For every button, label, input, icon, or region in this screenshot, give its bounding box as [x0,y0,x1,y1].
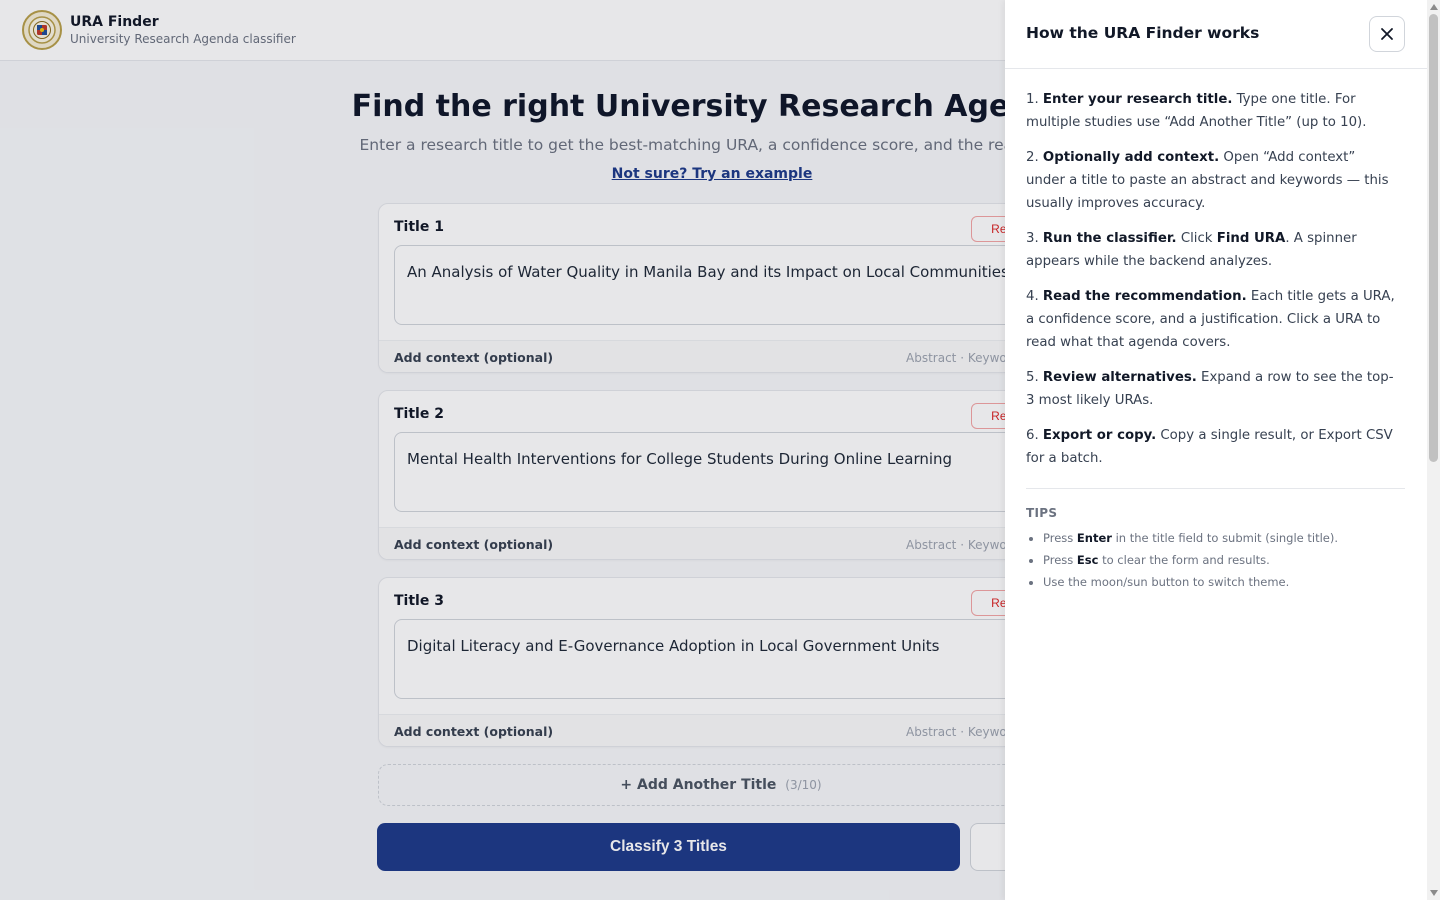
scroll-up-arrow-icon[interactable] [1430,4,1438,10]
step-inline-bold: Find URA [1216,231,1286,246]
tip-key: Enter [1076,531,1112,545]
step-5: 5. Review alternatives. Expand a row to … [1026,366,1396,412]
close-drawer-button[interactable] [1369,16,1405,52]
step-heading: Read the recommendation. [1042,289,1247,304]
help-drawer: How the URA Finder works 1. Enter your r… [1005,0,1427,900]
step-number: 6. [1026,428,1039,443]
step-text: Click [1176,231,1217,246]
tip-item: Press Enter in the title field to submit… [1043,527,1403,549]
step-6: 6. Export or copy. Copy a single result,… [1026,424,1396,470]
tip-item: Use the moon/sun button to switch theme. [1043,571,1403,593]
step-number: 1. [1026,92,1039,107]
divider [1026,488,1405,489]
step-heading: Enter your research title. [1042,92,1233,107]
drawer-header: How the URA Finder works [1005,0,1427,69]
step-4: 4. Read the recommendation. Each title g… [1026,285,1396,354]
tips-list: Press Enter in the title field to submit… [1043,527,1403,593]
step-heading: Optionally add context. [1042,150,1220,165]
step-number: 4. [1026,289,1039,304]
tip-item: Press Esc to clear the form and results. [1043,549,1403,571]
tip-text: Use the moon/sun button to switch theme. [1043,575,1290,589]
step-heading: Export or copy. [1042,428,1157,443]
step-heading: Review alternatives. [1042,370,1197,385]
step-1: 1. Enter your research title. Type one t… [1026,88,1396,134]
step-2: 2. Optionally add context. Open “Add con… [1026,146,1396,215]
tips-heading: TIPS [1026,506,1058,520]
scroll-down-arrow-icon[interactable] [1430,890,1438,896]
tip-text: in the title field to submit (single tit… [1111,531,1339,545]
close-icon [1381,28,1393,40]
step-heading: Run the classifier. [1042,231,1177,246]
step-number: 5. [1026,370,1039,385]
scrollbar-thumb[interactable] [1429,14,1438,462]
drawer-title: How the URA Finder works [1026,24,1260,42]
scrollbar[interactable] [1427,0,1440,900]
step-number: 2. [1026,150,1039,165]
step-3: 3. Run the classifier. Click Find URA. A… [1026,227,1396,273]
tip-text: Press [1043,553,1077,567]
tip-text: Press [1043,531,1077,545]
steps-list: 1. Enter your research title. Type one t… [1026,88,1396,482]
tip-key: Esc [1076,553,1099,567]
step-number: 3. [1026,231,1039,246]
tip-text: to clear the form and results. [1098,553,1270,567]
